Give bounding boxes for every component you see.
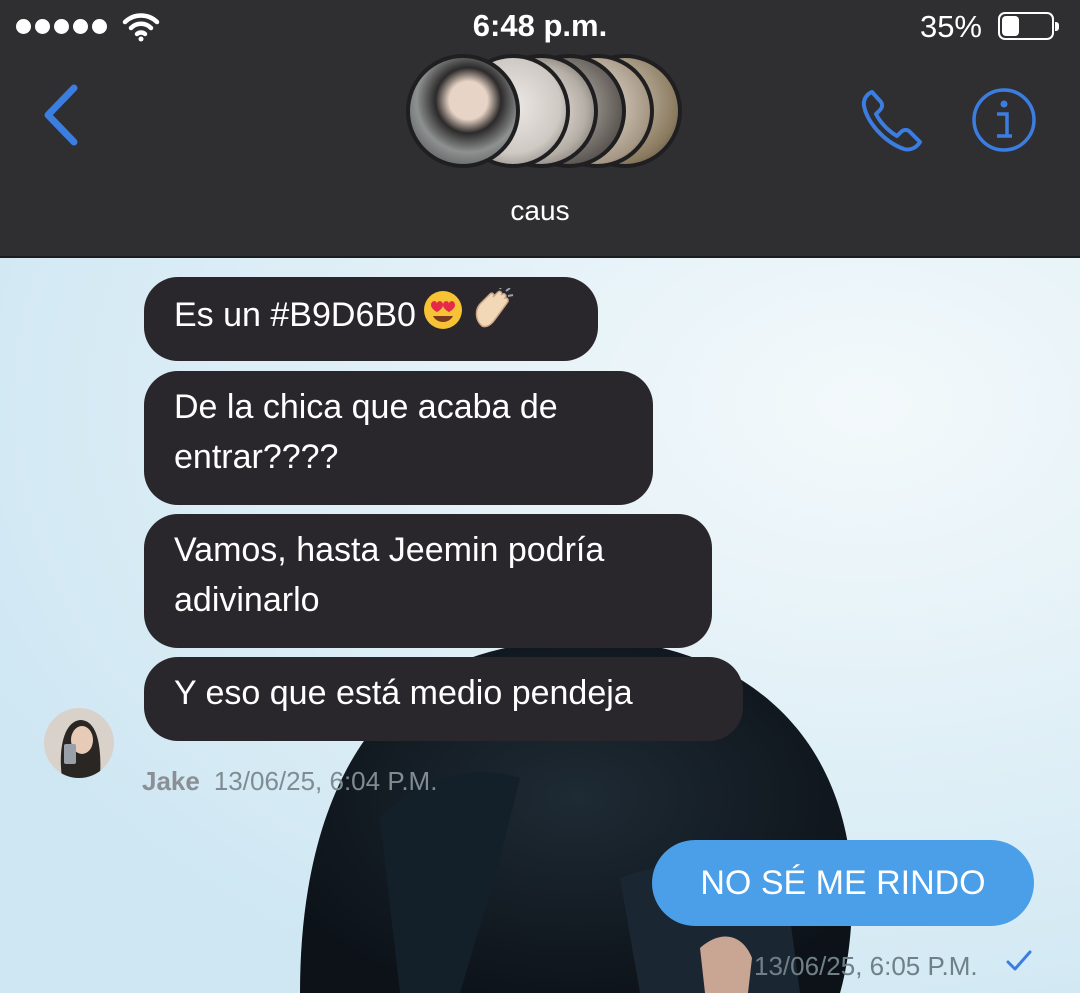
chevron-left-icon[interactable]: [36, 82, 86, 148]
message-meta: Jake 13/06/25, 6:04 P.M.: [142, 766, 437, 797]
heart-eyes-emoji: [422, 289, 464, 345]
status-time: 6:48 p.m.: [472, 8, 608, 43]
group-name[interactable]: caus: [0, 195, 1080, 227]
message-text: entrar????: [174, 438, 339, 476]
sender-name: Jake: [142, 766, 200, 796]
outgoing-message-bubble[interactable]: NO SÉ ME RINDO: [652, 840, 1034, 926]
phone-icon[interactable]: [858, 86, 928, 156]
message-bubble[interactable]: De la chica que acaba de entrar????: [144, 371, 653, 505]
battery-percent: 35%: [919, 9, 982, 44]
avatar[interactable]: [44, 708, 114, 778]
timestamp: 13/06/25, 6:05 P.M.: [754, 951, 978, 981]
battery-icon: [998, 12, 1059, 40]
status-bar: 6:48 p.m. 35%: [0, 0, 1080, 56]
message-text: De la chica que acaba de: [174, 388, 558, 426]
info-icon[interactable]: [970, 86, 1038, 154]
message-text: Es un #B9D6B0: [174, 295, 416, 334]
timestamp: 13/06/25, 6:04 P.M.: [213, 766, 438, 796]
chat-header: 6:48 p.m. 35% caus: [0, 0, 1080, 258]
message-bubble[interactable]: Vamos, hasta Jeemin podría adivinarlo: [144, 514, 712, 648]
message-text: NO SÉ ME RINDO: [700, 864, 986, 902]
avatar: [406, 54, 520, 168]
group-avatars[interactable]: [402, 50, 682, 174]
message-text: Vamos, hasta Jeemin podría: [174, 531, 605, 569]
checkmark-icon: [1006, 950, 1032, 971]
battery-level-fill: [1002, 16, 1019, 36]
message-bubble[interactable]: Es un #B9D6B0: [144, 277, 598, 361]
sender-photo: [44, 708, 114, 778]
message-bubble[interactable]: Y eso que está medio pendeja: [144, 657, 743, 741]
message-text: adivinarlo: [174, 581, 320, 619]
clapping-hands-emoji: [470, 284, 514, 346]
chat-area[interactable]: Es un #B9D6B0 De la chica que acaba de e…: [0, 258, 1080, 993]
message-text: Y eso que está medio pendeja: [174, 674, 633, 712]
